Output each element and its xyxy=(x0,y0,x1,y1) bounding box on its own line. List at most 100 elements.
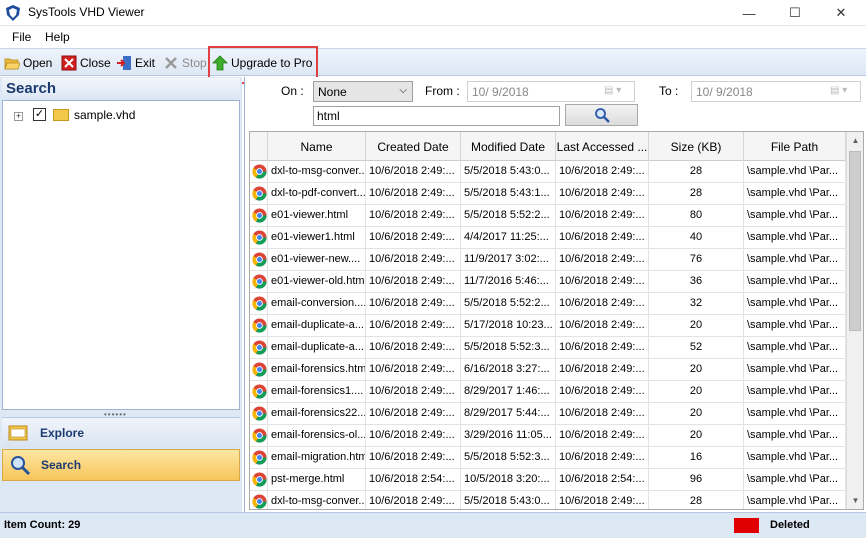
status-bar: Item Count: 29 Deleted xyxy=(0,512,866,538)
nav-search[interactable]: Search xyxy=(2,449,240,481)
column-header-modified-date[interactable]: Modified Date xyxy=(461,132,556,161)
table-row[interactable]: email-conversion.... 10/6/2018 2:49:... 5/… xyxy=(250,293,846,315)
cell-modified-date: 5/5/2018 5:52:2... xyxy=(461,293,556,315)
scroll-down-arrow[interactable]: ▼ xyxy=(847,492,863,509)
table-row[interactable]: email-duplicate-a... 10/6/2018 2:49:... 5/… xyxy=(250,315,846,337)
cell-file-path: \sample.vhd \Par... xyxy=(744,337,846,359)
cell-modified-date: 5/5/2018 5:52:2... xyxy=(461,205,556,227)
cell-size-kb: 20 xyxy=(649,403,744,425)
title-bar: SysTools VHD Viewer — ☐ ✕ xyxy=(0,0,866,26)
scroll-thumb[interactable] xyxy=(849,151,861,331)
cell-file-path: \sample.vhd \Par... xyxy=(744,425,846,447)
right-panel: On : None ⌵ From : 10/ 9/2018 ▤ ▾ To : 1… xyxy=(244,77,866,512)
table-row[interactable]: dxl-to-msg-conver... 10/6/2018 2:49:... 5/… xyxy=(250,491,846,509)
chrome-html-icon xyxy=(252,406,267,421)
cell-icon xyxy=(250,315,268,337)
table-row[interactable]: e01-viewer1.html 10/6/2018 2:49:... 4/4/20… xyxy=(250,227,846,249)
search-button[interactable] xyxy=(565,104,638,126)
cell-icon xyxy=(250,447,268,469)
minimize-button[interactable]: — xyxy=(726,0,772,26)
column-header-file-path[interactable]: File Path xyxy=(744,132,846,161)
tree-item-label[interactable]: sample.vhd xyxy=(74,108,135,122)
table-row[interactable]: e01-viewer-old.html 10/6/2018 2:49:... 11/… xyxy=(250,271,846,293)
table-row[interactable]: dxl-to-msg-conver... 10/6/2018 2:49:... 5/… xyxy=(250,161,846,183)
calendar-dropdown-icon[interactable]: ▤ ▾ xyxy=(830,85,856,98)
stop-label: Stop xyxy=(182,56,207,70)
cell-last-accessed: 10/6/2018 2:49:... xyxy=(556,315,649,337)
green-up-arrow-icon xyxy=(212,55,228,71)
calendar-dropdown-icon[interactable]: ▤ ▾ xyxy=(604,85,630,98)
chrome-html-icon xyxy=(252,318,267,333)
cell-last-accessed: 10/6/2018 2:49:... xyxy=(556,271,649,293)
cell-icon xyxy=(250,249,268,271)
chrome-html-icon xyxy=(252,472,267,487)
to-date-picker[interactable]: 10/ 9/2018 ▤ ▾ xyxy=(691,81,861,102)
vertical-scrollbar[interactable]: ▲ ▼ xyxy=(846,132,863,509)
cell-name: dxl-to-msg-conver... xyxy=(268,161,366,183)
stop-button[interactable]: Stop xyxy=(163,54,207,72)
table-row[interactable]: email-migration.html 10/6/2018 2:49:... 5/… xyxy=(250,447,846,469)
table-row[interactable]: dxl-to-pdf-convert... 10/6/2018 2:49:... 5… xyxy=(250,183,846,205)
cell-name: e01-viewer-new.... xyxy=(268,249,366,271)
cell-file-path: \sample.vhd \Par... xyxy=(744,359,846,381)
cell-size-kb: 40 xyxy=(649,227,744,249)
cell-name: e01-viewer.html xyxy=(268,205,366,227)
close-label: Close xyxy=(80,56,111,70)
cell-file-path: \sample.vhd \Par... xyxy=(744,293,846,315)
column-header-size-kb[interactable]: Size (KB) xyxy=(649,132,744,161)
maximize-button[interactable]: ☐ xyxy=(772,0,818,26)
table-row[interactable]: email-forensics1.... 10/6/2018 2:49:... 8/… xyxy=(250,381,846,403)
toolbar: Open Close Exit Stop Upgrade to Pro xyxy=(0,48,866,76)
results-grid: Name Created Date Modified Date Last Access… xyxy=(249,131,864,510)
column-header-created-date[interactable]: Created Date xyxy=(366,132,461,161)
scroll-up-arrow[interactable]: ▲ xyxy=(847,132,863,149)
magnifier-icon xyxy=(11,456,31,475)
cell-file-path: \sample.vhd \Par... xyxy=(744,315,846,337)
table-row[interactable]: email-duplicate-a... 10/6/2018 2:49:... 5/… xyxy=(250,337,846,359)
cell-size-kb: 16 xyxy=(649,447,744,469)
cell-name: pst-merge.html xyxy=(268,469,366,491)
cell-size-kb: 96 xyxy=(649,469,744,491)
cell-icon xyxy=(250,381,268,403)
cell-modified-date: 5/5/2018 5:43:0... xyxy=(461,161,556,183)
cell-file-path: \sample.vhd \Par... xyxy=(744,381,846,403)
column-header-name[interactable]: Name xyxy=(268,132,366,161)
exit-button[interactable]: Exit xyxy=(116,54,155,72)
table-row[interactable]: e01-viewer-new.... 10/6/2018 2:49:... 11/9… xyxy=(250,249,846,271)
chrome-html-icon xyxy=(252,208,267,223)
cell-icon xyxy=(250,403,268,425)
chrome-html-icon xyxy=(252,340,267,355)
cell-name: e01-viewer1.html xyxy=(268,227,366,249)
close-button[interactable]: Close xyxy=(61,54,111,72)
close-window-button[interactable]: ✕ xyxy=(818,0,864,26)
chrome-html-icon xyxy=(252,186,267,201)
cell-size-kb: 76 xyxy=(649,249,744,271)
open-button[interactable]: Open xyxy=(4,54,52,72)
cell-file-path: \sample.vhd \Par... xyxy=(744,403,846,425)
chrome-html-icon xyxy=(252,274,267,289)
menu-help[interactable]: Help xyxy=(45,30,70,44)
cell-name: email-forensics.html xyxy=(268,359,366,381)
from-date-picker[interactable]: 10/ 9/2018 ▤ ▾ xyxy=(467,81,635,102)
cell-created-date: 10/6/2018 2:49:... xyxy=(366,161,461,183)
cell-last-accessed: 10/6/2018 2:54:... xyxy=(556,469,649,491)
table-row[interactable]: email-forensics.html 10/6/2018 2:49:... 6/… xyxy=(250,359,846,381)
table-row[interactable]: e01-viewer.html 10/6/2018 2:49:... 5/5/201… xyxy=(250,205,846,227)
nav-explore[interactable]: Explore xyxy=(2,417,240,448)
cell-created-date: 10/6/2018 2:49:... xyxy=(366,359,461,381)
column-header-last-accessed[interactable]: Last Accessed ... xyxy=(556,132,649,161)
search-icon xyxy=(594,108,610,123)
table-row[interactable]: pst-merge.html 10/6/2018 2:54:... 10/5/201… xyxy=(250,469,846,491)
on-date-type-select[interactable]: None ⌵ xyxy=(313,81,413,102)
to-label: To : xyxy=(659,84,679,98)
tree-item-checkbox[interactable]: ✓ xyxy=(33,108,46,121)
tree-expand-toggle[interactable]: + xyxy=(14,112,23,121)
header-icon-col xyxy=(250,132,268,161)
cell-last-accessed: 10/6/2018 2:49:... xyxy=(556,293,649,315)
table-row[interactable]: email-forensics22... 10/6/2018 2:49:... 8/… xyxy=(250,403,846,425)
search-input[interactable] xyxy=(313,106,560,126)
upgrade-to-pro-button[interactable]: Upgrade to Pro xyxy=(212,54,312,72)
menu-file[interactable]: File xyxy=(12,30,31,44)
cell-last-accessed: 10/6/2018 2:49:... xyxy=(556,183,649,205)
table-row[interactable]: email-forensics-ol... 10/6/2018 2:49:... 3… xyxy=(250,425,846,447)
